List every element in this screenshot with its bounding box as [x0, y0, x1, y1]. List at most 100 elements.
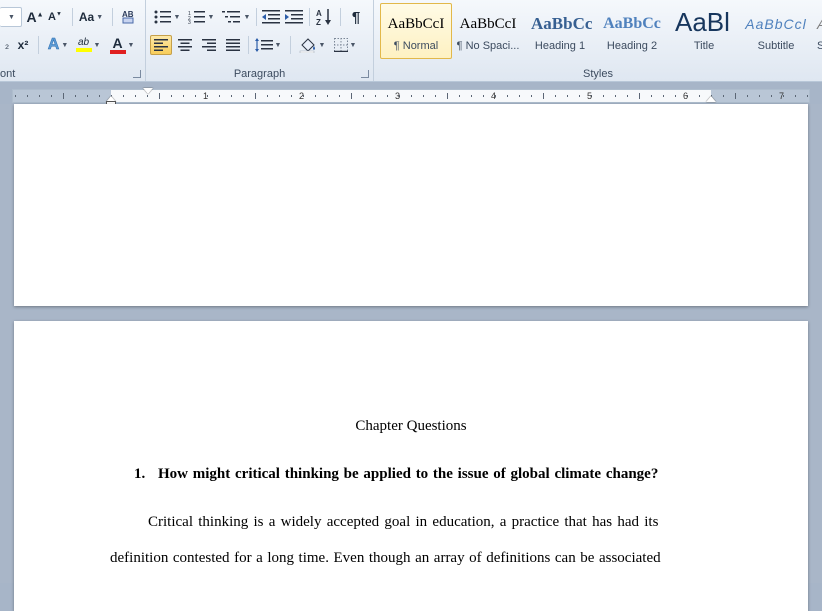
- ruler-tick: [183, 95, 184, 97]
- ruler-number: 6: [683, 91, 689, 101]
- ruler-tick: [351, 93, 352, 99]
- svg-text:A: A: [316, 9, 322, 18]
- separator: [112, 8, 113, 26]
- ruler-tick: [315, 95, 316, 97]
- style-name: Heading 1: [534, 40, 586, 52]
- ruler-tick: [123, 95, 124, 97]
- style-heading-1[interactable]: AaBbCc Heading 1: [524, 3, 596, 59]
- ruler-tick: [135, 95, 136, 97]
- ruler-tick: [795, 95, 796, 97]
- line-spacing-button[interactable]: ▼: [252, 35, 284, 55]
- style-sample: A: [813, 12, 822, 36]
- paragraph-line: definition contested for a long time. Ev…: [110, 550, 661, 566]
- style-sample: AaBbCc: [531, 14, 593, 33]
- chevron-down-icon: ▼: [93, 41, 101, 49]
- align-left-button[interactable]: [150, 35, 172, 55]
- font-color-icon: A: [109, 34, 126, 54]
- chevron-down-icon: ▼: [61, 41, 69, 49]
- question-text: How might critical thinking be applied t…: [158, 466, 659, 482]
- ruler-number: 7: [779, 91, 785, 101]
- style-heading-2[interactable]: AaBbCc Heading 2: [596, 3, 668, 59]
- grow-font-button[interactable]: A▲: [25, 7, 45, 27]
- style-no-spacing[interactable]: AaBbCcI ¶ No Spaci...: [452, 3, 524, 59]
- font-color-button[interactable]: A ▼: [106, 35, 138, 55]
- increase-indent-button[interactable]: [283, 7, 305, 27]
- font-dialog-launcher-icon[interactable]: [133, 70, 141, 78]
- ruler-tick: [567, 95, 568, 97]
- borders-icon: [333, 38, 348, 52]
- ruler-tick: [327, 95, 328, 97]
- bullets-icon: [154, 10, 171, 24]
- ruler-tick: [15, 95, 16, 97]
- separator: [340, 8, 341, 26]
- separator: [309, 8, 310, 26]
- ruler-tick: [243, 95, 244, 97]
- highlight-color-bar: [75, 48, 92, 52]
- align-center-button[interactable]: [174, 35, 196, 55]
- ruler-tick: [723, 95, 724, 97]
- pilcrow-icon: ¶: [351, 8, 361, 26]
- chevron-down-icon: ▼: [243, 13, 251, 21]
- style-name: Heading 2: [606, 40, 658, 52]
- decrease-indent-button[interactable]: [260, 7, 282, 27]
- style-sample: AaBbCcI: [387, 16, 445, 32]
- borders-button[interactable]: ▼: [330, 35, 360, 55]
- ruler-tick: [579, 95, 580, 97]
- show-hide-marks-button[interactable]: ¶: [345, 7, 367, 27]
- ruler-tick: [519, 95, 520, 97]
- svg-text:Z: Z: [316, 18, 321, 26]
- ruler-tick: [255, 93, 256, 99]
- ruler-tick: [447, 93, 448, 99]
- style-subtle-emphasis[interactable]: A S: [812, 3, 822, 59]
- subscript-button[interactable]: ₂: [0, 35, 14, 55]
- ruler-tick: [423, 95, 424, 97]
- style-sample: AaBbCcl: [745, 16, 807, 32]
- style-name: Title: [693, 40, 715, 52]
- svg-text:3: 3: [188, 20, 191, 24]
- shrink-font-button[interactable]: A▼: [46, 7, 64, 27]
- ruler-tick: [387, 95, 388, 97]
- change-case-button[interactable]: Aa ▼: [77, 7, 105, 27]
- align-right-button[interactable]: [198, 35, 220, 55]
- style-title[interactable]: AaBl Title: [668, 3, 740, 59]
- font-size-dropdown[interactable]: ▼: [0, 7, 22, 27]
- ruler-tick: [375, 95, 376, 97]
- font-color-letter: A: [112, 34, 123, 51]
- numbering-icon: 1 2 3: [188, 11, 205, 24]
- shading-button[interactable]: ▼: [296, 35, 328, 55]
- highlight-button[interactable]: ab ▼: [74, 35, 102, 55]
- justify-icon: [226, 39, 240, 51]
- ruler-tick: [363, 95, 364, 97]
- right-indent-marker[interactable]: [706, 96, 716, 102]
- justify-button[interactable]: [222, 35, 244, 55]
- style-normal[interactable]: AaBbCcI ¶ Normal: [380, 3, 452, 59]
- highlight-icon: ab: [75, 37, 92, 52]
- separator: [72, 8, 73, 26]
- multilevel-list-button[interactable]: ▼: [220, 7, 252, 27]
- chevron-down-icon: ▼: [349, 41, 357, 49]
- style-subtitle[interactable]: AaBbCcl Subtitle: [740, 3, 812, 59]
- align-left-icon: [154, 39, 168, 51]
- page-1[interactable]: [14, 104, 808, 306]
- separator: [256, 8, 257, 26]
- ruler-tick: [759, 95, 760, 97]
- numbering-button[interactable]: 1 2 3 ▼: [186, 7, 216, 27]
- chevron-down-icon: ▼: [127, 41, 135, 49]
- superscript-button[interactable]: x²: [14, 35, 32, 55]
- horizontal-ruler[interactable]: 1 2 3 4 5 6 7: [12, 88, 810, 105]
- first-line-indent-marker[interactable]: [143, 88, 153, 94]
- chevron-down-icon: ▼: [8, 13, 15, 21]
- multilevel-list-icon: [221, 11, 240, 23]
- ruler-tick: [219, 95, 220, 97]
- clear-formatting-button[interactable]: AB: [117, 6, 141, 26]
- shrink-font-icon: A▼: [48, 11, 62, 23]
- ruler-tick: [651, 95, 652, 97]
- highlight-letters: ab: [77, 37, 90, 48]
- ribbon: ▼ A▲ A▼ Aa ▼ AB ₂ x² A ▼ ab ▼ A ▼ ont ▼ …: [0, 0, 822, 82]
- document-area[interactable]: Chapter Questions 1. How might critical …: [0, 104, 822, 611]
- sort-button[interactable]: A Z: [313, 7, 335, 27]
- page-2[interactable]: Chapter Questions 1. How might critical …: [14, 321, 808, 611]
- bullets-button[interactable]: ▼: [152, 7, 182, 27]
- text-effects-button[interactable]: A ▼: [44, 35, 72, 55]
- paragraph-dialog-launcher-icon[interactable]: [361, 70, 369, 78]
